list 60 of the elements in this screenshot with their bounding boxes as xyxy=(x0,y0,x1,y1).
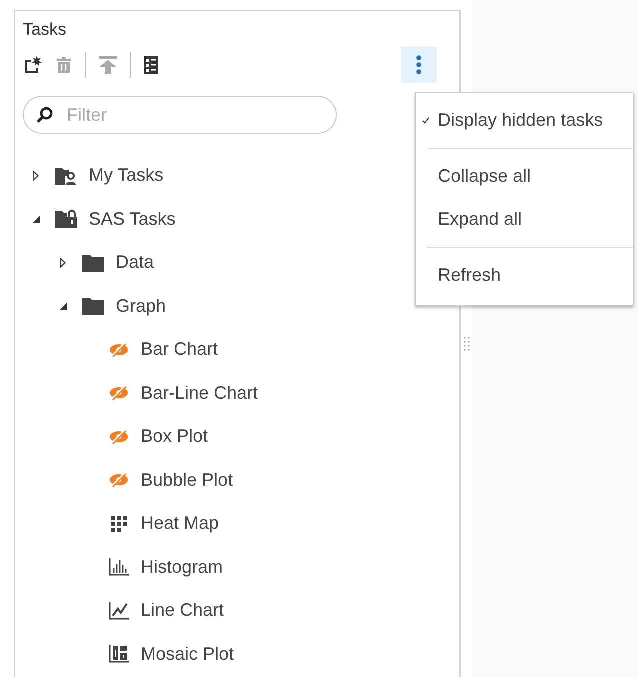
tree-item[interactable]: Data xyxy=(15,241,160,284)
list-icon xyxy=(143,55,159,75)
search-icon xyxy=(36,106,54,124)
drag-handle-icon[interactable] xyxy=(464,336,470,350)
tree-item[interactable]: Histogram xyxy=(15,546,230,589)
eye-slash-icon xyxy=(109,342,129,358)
details-button[interactable] xyxy=(143,55,159,75)
mosaic-plot-icon xyxy=(109,645,129,664)
folder-icon xyxy=(82,254,104,272)
menu-item-label: Refresh xyxy=(438,265,502,286)
collapse-arrow-icon[interactable] xyxy=(33,216,40,223)
menu-item[interactable]: Refresh xyxy=(416,254,633,297)
tree-item[interactable]: Bar Chart xyxy=(15,328,224,372)
trash-icon xyxy=(55,55,73,75)
menu-item-label: Display hidden tasks xyxy=(438,110,604,131)
tree-item[interactable]: Bar-Line Chart xyxy=(15,372,264,415)
expand-arrow-icon[interactable] xyxy=(33,170,39,181)
more-options-button[interactable] xyxy=(401,47,437,83)
tree-item[interactable]: SAS Tasks xyxy=(15,198,182,241)
tree-item-label: SAS Tasks xyxy=(89,208,176,230)
tree-item-label: Heat Map xyxy=(141,513,220,534)
tree-item-label: Box Plot xyxy=(141,426,208,448)
collapse-arrow-icon[interactable] xyxy=(60,302,67,310)
eye-slash-icon xyxy=(109,428,129,445)
tree-item-label: Bar-Line Chart xyxy=(141,382,258,404)
tree-item[interactable]: Graph xyxy=(15,284,172,328)
folder-icon xyxy=(82,297,104,316)
new-icon xyxy=(23,55,43,75)
tree-item[interactable]: Heat Map xyxy=(15,502,226,546)
locked-folder-icon xyxy=(55,210,77,228)
tree-item[interactable]: Box Plot xyxy=(15,415,214,458)
panel-title: Tasks xyxy=(22,19,68,40)
tree-item[interactable]: Mosaic Plot xyxy=(15,632,240,676)
tree-item-label: Mosaic Plot xyxy=(141,644,234,665)
vertical-dots-icon xyxy=(416,55,422,75)
tree-item-label: My Tasks xyxy=(89,165,164,186)
tree-item-label: Data xyxy=(116,252,154,274)
user-folder-icon xyxy=(55,166,77,185)
line-chart-icon xyxy=(109,602,129,620)
tree-item-label: Graph xyxy=(116,296,166,317)
menu-item-label: Expand all xyxy=(438,209,522,230)
menu-item-label: Collapse all xyxy=(438,166,532,187)
menu-item[interactable]: Collapse all xyxy=(416,155,633,198)
eye-slash-icon xyxy=(109,472,129,488)
upload-icon xyxy=(98,55,118,75)
heat-map-icon xyxy=(109,514,129,533)
eye-slash-icon xyxy=(109,385,129,402)
histogram-icon xyxy=(109,558,129,576)
new-button[interactable] xyxy=(23,55,43,75)
expand-arrow-icon[interactable] xyxy=(60,258,66,268)
tree-item-label: Bar Chart xyxy=(141,339,218,360)
tree-item-label: Line Chart xyxy=(141,600,224,622)
tree-item[interactable]: Bubble Plot xyxy=(15,458,240,502)
tree-item[interactable]: Line Chart xyxy=(15,589,230,632)
filter-field[interactable]: Filter xyxy=(23,96,337,134)
tree-item[interactable]: My Tasks xyxy=(15,154,170,198)
menu-item[interactable]: Display hidden tasks xyxy=(416,99,633,142)
tree-item-label: Bubble Plot xyxy=(141,470,234,491)
tree-item-label: Histogram xyxy=(141,556,224,578)
menu-item[interactable]: Expand all xyxy=(416,198,633,241)
